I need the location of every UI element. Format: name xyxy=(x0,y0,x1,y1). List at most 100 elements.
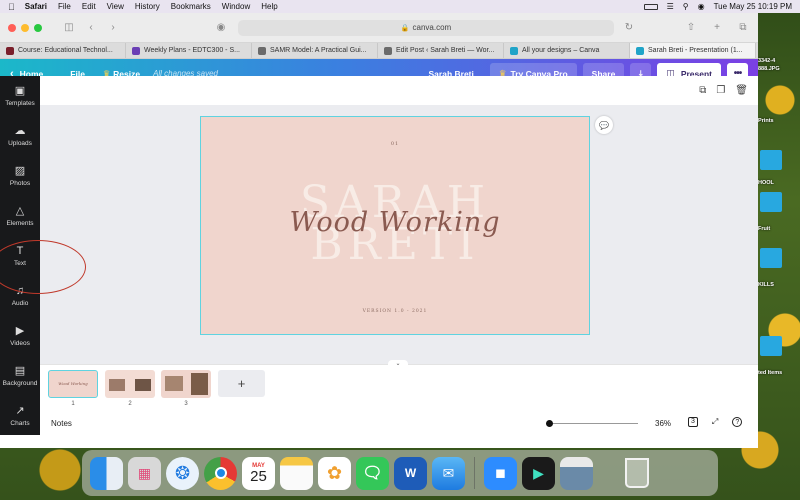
zoom-level[interactable]: 36% xyxy=(655,419,671,428)
menu-app-safari[interactable]: Safari xyxy=(25,2,47,11)
help-icon[interactable]: ? xyxy=(732,417,743,427)
sidebar-item-templates[interactable]: ▣ Templates xyxy=(0,76,40,116)
sidebar-item-label: Templates xyxy=(5,99,35,107)
page-number-label: 3 xyxy=(184,401,188,407)
launchpad-icon[interactable]: ▦ xyxy=(128,456,161,490)
close-window-button[interactable] xyxy=(8,23,16,32)
filmora-icon[interactable]: ▶ xyxy=(522,456,555,490)
new-tab-icon[interactable]: + xyxy=(710,22,724,33)
browser-tab[interactable]: Course: Educational Technol... xyxy=(0,43,126,58)
menu-view[interactable]: View xyxy=(107,2,124,11)
page-thumbnail-2[interactable] xyxy=(105,370,155,398)
desktop-folder-icon[interactable] xyxy=(760,150,782,170)
sidebar-item-uploads[interactable]: ☁ Uploads xyxy=(0,116,40,156)
notes-app-icon[interactable] xyxy=(280,456,313,490)
trash-can-icon[interactable] xyxy=(620,457,653,490)
menu-help[interactable]: Help xyxy=(261,2,277,11)
desktop-file-label: Prints xyxy=(758,118,774,124)
privacy-shield-icon[interactable]: ◉ xyxy=(214,22,228,33)
add-comment-button[interactable]: 💬 xyxy=(595,116,613,134)
chrome-icon[interactable] xyxy=(204,456,237,490)
browser-tab[interactable]: SAMR Model: A Practical Gui... xyxy=(252,43,378,58)
browser-tab[interactable]: Weekly Plans - EDTC300 - S... xyxy=(126,43,252,58)
browser-tab[interactable]: All your designs – Canva xyxy=(504,43,630,58)
menu-history[interactable]: History xyxy=(135,2,160,11)
zoom-app-icon[interactable]: ◼ xyxy=(484,456,517,490)
slide-canvas[interactable]: 01 SARAH BRETI Wood Working VERSION 1.0 … xyxy=(200,116,590,335)
uploads-icon: ☁ xyxy=(14,124,26,137)
duplicate-page-icon[interactable]: ❐ xyxy=(716,85,725,96)
menu-window[interactable]: Window xyxy=(222,2,250,11)
apple-icon[interactable]:  xyxy=(8,2,15,12)
page-thumbnail-1[interactable]: Wood Working xyxy=(48,370,98,398)
menu-file[interactable]: File xyxy=(58,2,71,11)
photos-icon[interactable]: ✿ xyxy=(318,456,351,490)
sidebar-item-label: Text xyxy=(14,259,26,267)
slide-script-title[interactable]: Wood Working xyxy=(201,207,589,238)
tab-favicon-icon xyxy=(132,46,140,55)
zoom-window-button[interactable] xyxy=(34,23,42,32)
tab-title: Weekly Plans - EDTC300 - S... xyxy=(144,47,240,54)
sidebar-item-background[interactable]: ▤ Background xyxy=(0,356,40,396)
tab-favicon-icon xyxy=(510,46,518,55)
browser-tab[interactable]: Sarah Breti - Presentation (1... xyxy=(630,43,756,58)
forward-icon[interactable]: › xyxy=(106,22,120,33)
sidebar-item-audio[interactable]: ♫ Audio xyxy=(0,276,40,316)
desktop-folder-icon[interactable] xyxy=(760,336,782,356)
slide-number-text[interactable]: 01 xyxy=(201,141,589,147)
desktop-file-label: Fruit xyxy=(758,226,771,232)
finder-icon[interactable] xyxy=(90,456,123,490)
mail-icon[interactable]: ✉ xyxy=(432,456,465,490)
sidebar-toggle-icon[interactable]: ◫ xyxy=(62,22,76,33)
add-page-icon[interactable]: ⧉ xyxy=(699,85,706,96)
back-icon[interactable]: ‹ xyxy=(84,22,98,33)
sidebar-item-charts[interactable]: ↗ Charts xyxy=(0,396,40,436)
sidebar-item-label: Photos xyxy=(9,179,31,187)
trash-icon[interactable]: 🗑 xyxy=(735,85,748,96)
reload-icon[interactable]: ↻ xyxy=(622,22,636,33)
thumbnail-script-text: Wood Working xyxy=(58,381,88,386)
desktop-file-label: KILLS xyxy=(758,282,774,288)
menu-edit[interactable]: Edit xyxy=(82,2,96,11)
zoom-slider-handle[interactable] xyxy=(546,420,553,427)
mac-dock: ▦ ❂ MAY 25 ✿ 🗨 W ✉ ◼ ▶ xyxy=(82,450,718,496)
compass-glyph: ❂ xyxy=(174,462,191,483)
zoom-slider-track[interactable] xyxy=(546,423,638,424)
speech-bubble-glyph: 🗨 xyxy=(362,465,383,482)
menubar-datetime[interactable]: Tue May 25 10:19 PM xyxy=(714,2,792,11)
minimize-window-button[interactable] xyxy=(21,23,29,32)
notes-button[interactable]: Notes xyxy=(51,419,72,428)
sidebar-item-videos[interactable]: ▶ Videos xyxy=(0,316,40,356)
fullscreen-icon[interactable]: ⤢ xyxy=(712,417,718,427)
collapse-thumbnails-button[interactable]: ⌄ xyxy=(388,360,408,368)
envelope-glyph: ✉ xyxy=(442,464,455,481)
menu-bookmarks[interactable]: Bookmarks xyxy=(171,2,211,11)
calendar-icon[interactable]: MAY 25 xyxy=(242,456,275,490)
tab-overview-icon[interactable]: ⧉ xyxy=(736,22,750,33)
page-thumbnail-3[interactable] xyxy=(161,370,211,398)
sidebar-item-photos[interactable]: ▨ Photos xyxy=(0,156,40,196)
spotlight-icon[interactable]: ⚲ xyxy=(683,2,689,11)
address-bar[interactable]: 🔒 canva.com xyxy=(238,19,614,36)
sidebar-item-text[interactable]: T Text xyxy=(0,236,40,276)
wifi-icon[interactable]: ☰ xyxy=(667,2,674,11)
chrome-center xyxy=(214,467,227,479)
tab-title: Course: Educational Technol... xyxy=(18,47,113,54)
page-count-button[interactable]: 3 xyxy=(688,417,698,427)
desktop-folder-icon[interactable] xyxy=(760,192,782,212)
photos-icon: ▨ xyxy=(14,164,26,177)
safari-icon[interactable]: ❂ xyxy=(166,456,199,490)
desktop-folder-icon[interactable] xyxy=(760,248,782,268)
add-page-button[interactable]: + xyxy=(218,370,265,397)
page-thumbnails-strip: ⌄ Wood Working 1 2 3 + xyxy=(40,360,758,412)
battery-icon[interactable] xyxy=(643,3,658,10)
messages-icon[interactable]: 🗨 xyxy=(356,456,389,490)
slide-version-text[interactable]: VERSION 1.0 - 2021 xyxy=(201,309,589,314)
share-icon[interactable]: ⇧ xyxy=(684,22,698,33)
word-icon[interactable]: W xyxy=(394,456,427,490)
editor-footer: Notes 36% 3 ⤢ ? xyxy=(40,412,758,435)
control-center-icon[interactable]: ◉ xyxy=(698,2,705,11)
sidebar-item-elements[interactable]: △ Elements xyxy=(0,196,40,236)
preview-icon[interactable] xyxy=(560,456,593,490)
browser-tab[interactable]: Edit Post ‹ Sarah Breti — Wor... xyxy=(378,43,504,58)
